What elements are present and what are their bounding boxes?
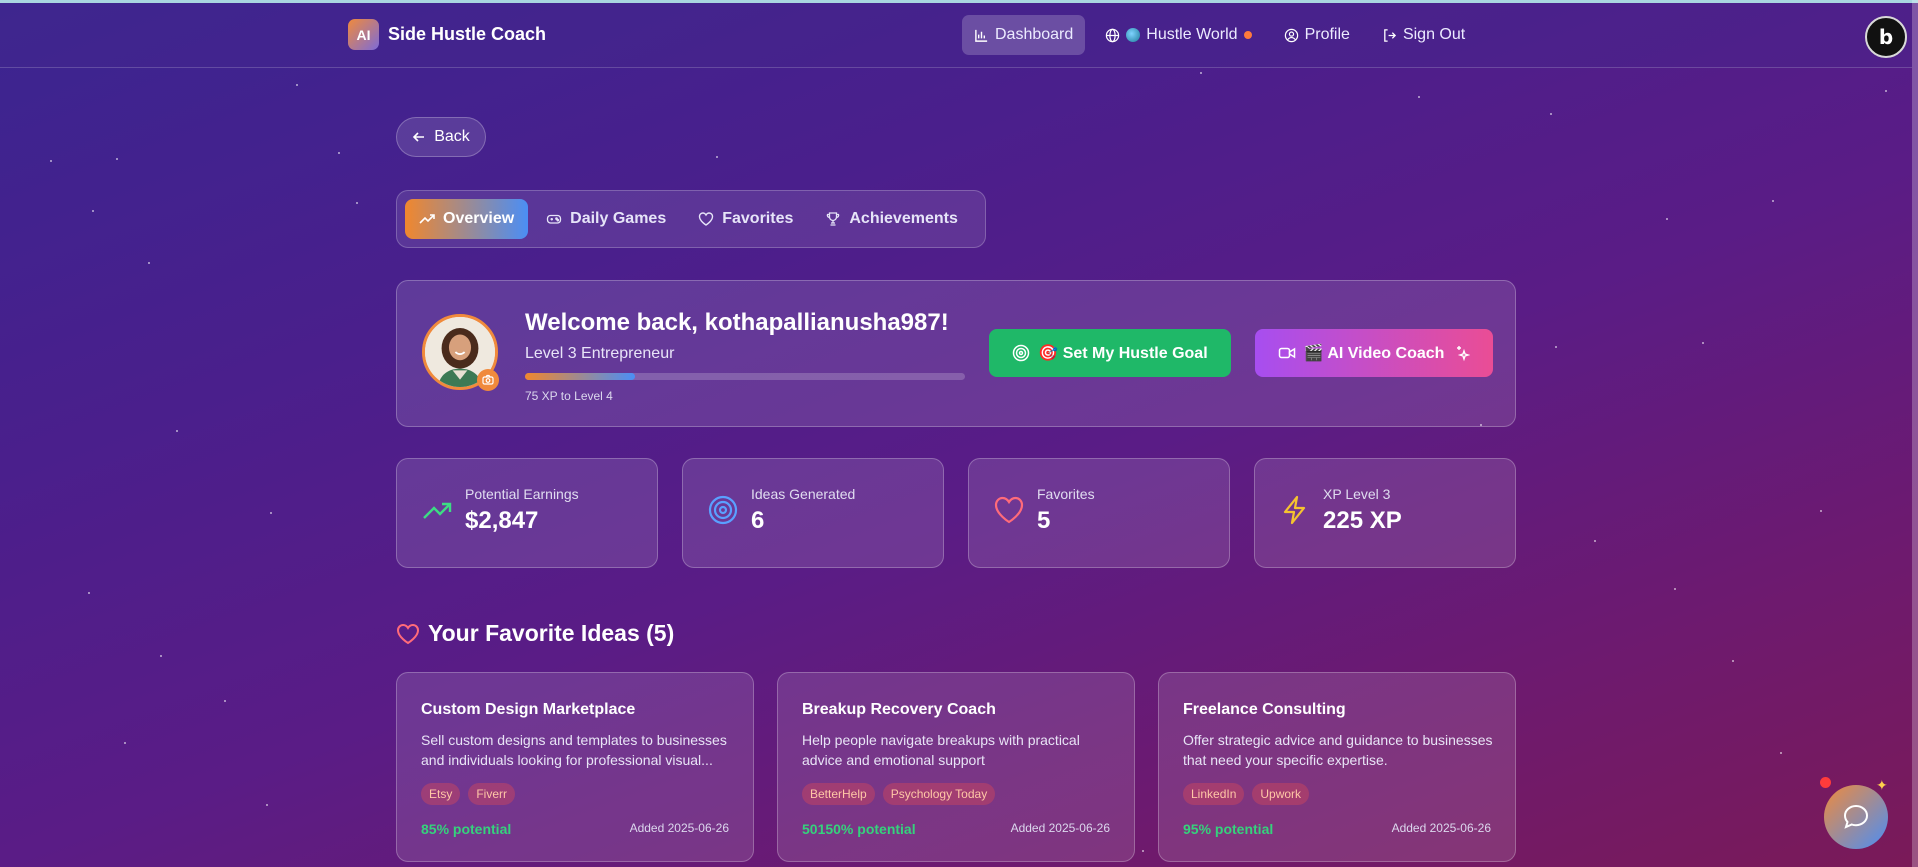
- nav-menu: Dashboard Hustle World Profile Sign Out: [962, 15, 1477, 55]
- stat-favorites: Favorites 5: [968, 458, 1230, 568]
- idea-card[interactable]: Freelance Consulting Offer strategic adv…: [1158, 672, 1516, 862]
- idea-potential: 95% potential: [1183, 821, 1274, 837]
- chat-bubble-icon: [1843, 804, 1869, 829]
- extension-badge[interactable]: b: [1865, 16, 1907, 58]
- idea-added-date: Added 2025-06-26: [629, 821, 729, 835]
- target-icon: [708, 495, 738, 525]
- brand-name: Side Hustle Coach: [388, 24, 547, 44]
- stat-label: Ideas Generated: [751, 486, 856, 502]
- target-icon: [1013, 344, 1030, 362]
- sign-out-icon: [1384, 28, 1396, 42]
- brand[interactable]: AI Side Hustle Coach: [348, 19, 546, 50]
- stat-value: 5: [1037, 507, 1051, 534]
- stat-label: Favorites: [1037, 486, 1095, 502]
- zap-icon: [1283, 495, 1306, 525]
- heart-icon: [994, 496, 1024, 524]
- nav-sign-out-label: Sign Out: [1402, 26, 1466, 43]
- user-level: Level 3 Entrepreneur: [525, 345, 675, 362]
- brand-logo: AI: [348, 19, 379, 50]
- heart-icon: [699, 212, 714, 226]
- idea-title: Custom Design Marketplace: [421, 701, 636, 718]
- idea-platform-tags: BetterHelp Psychology Today: [802, 783, 996, 805]
- nav-dashboard[interactable]: Dashboard: [962, 15, 1086, 55]
- arrow-left-icon: [413, 132, 425, 142]
- nav-hustle-world-label: Hustle World: [1146, 26, 1238, 43]
- idea-potential: 85% potential: [421, 821, 512, 837]
- trending-up-icon: [419, 214, 435, 224]
- top-navbar: AI Side Hustle Coach Dashboard Hustle Wo…: [0, 3, 1912, 68]
- idea-title: Freelance Consulting: [1183, 701, 1346, 718]
- favorite-ideas-heading: Your Favorite Ideas (5): [396, 620, 674, 647]
- xp-progress-fill: [525, 373, 635, 380]
- stat-potential-earnings: Potential Earnings $2,847: [396, 458, 658, 568]
- stat-value: $2,847: [465, 507, 539, 534]
- video-camera-icon: [1278, 347, 1295, 359]
- stat-label: XP Level 3: [1323, 486, 1391, 502]
- welcome-card: Welcome back, kothapallianusha987! Level…: [396, 280, 1516, 427]
- earth-emoji-icon: [1126, 28, 1141, 42]
- tab-achievements-label: Achievements: [849, 210, 958, 227]
- set-hustle-goal-button[interactable]: 🎯 Set My Hustle Goal: [989, 329, 1231, 377]
- welcome-title: Welcome back, kothapallianusha987!: [525, 309, 949, 336]
- globe-icon: [1106, 28, 1120, 42]
- nav-dashboard-label: Dashboard: [995, 26, 1074, 43]
- set-hustle-goal-label: 🎯 Set My Hustle Goal: [1038, 345, 1208, 362]
- stat-value: 225 XP: [1323, 507, 1402, 534]
- tab-overview-label: Overview: [443, 210, 515, 227]
- ai-video-coach-label: 🎬 AI Video Coach: [1303, 345, 1445, 362]
- heart-icon: [396, 623, 420, 644]
- platform-tag: BetterHelp: [802, 783, 875, 805]
- nav-profile-label: Profile: [1304, 26, 1350, 43]
- stat-label: Potential Earnings: [465, 486, 579, 502]
- chat-button[interactable]: [1824, 785, 1888, 849]
- tab-daily-games[interactable]: Daily Games: [532, 199, 680, 239]
- back-button-label: Back: [434, 128, 470, 145]
- nav-sign-out[interactable]: Sign Out: [1370, 15, 1477, 55]
- xp-remaining-text: 75 XP to Level 4: [525, 389, 613, 403]
- tab-daily-games-label: Daily Games: [570, 210, 667, 227]
- idea-description: Sell custom designs and templates to bus…: [421, 732, 727, 768]
- gamepad-icon: [547, 214, 562, 224]
- idea-added-date: Added 2025-06-26: [1391, 821, 1491, 835]
- chat-notification-dot: [1820, 777, 1831, 788]
- nav-hustle-world[interactable]: Hustle World: [1093, 15, 1263, 55]
- xp-progress-bar: [525, 373, 965, 380]
- sparkle-icon: ✦: [1876, 778, 1888, 794]
- tab-overview[interactable]: Overview: [405, 199, 529, 239]
- trending-up-icon: [423, 502, 452, 519]
- stat-ideas-generated: Ideas Generated 6: [682, 458, 944, 568]
- dashboard-tabs: Overview Daily Games Favorites Achieveme…: [396, 190, 986, 248]
- platform-tag: Psychology Today: [882, 783, 996, 805]
- back-button[interactable]: Back: [396, 117, 486, 157]
- tab-achievements[interactable]: Achievements: [811, 199, 972, 239]
- user-circle-icon: [1284, 28, 1298, 42]
- idea-added-date: Added 2025-06-26: [1010, 821, 1110, 835]
- idea-card[interactable]: Breakup Recovery Coach Help people navig…: [777, 672, 1135, 862]
- idea-description: Offer strategic advice and guidance to b…: [1183, 732, 1493, 768]
- trophy-icon: [827, 212, 840, 226]
- sparkles-icon: [1457, 346, 1471, 362]
- notification-dot: [1243, 31, 1252, 39]
- idea-card[interactable]: Custom Design Marketplace Sell custom de…: [396, 672, 754, 862]
- ai-video-coach-button[interactable]: 🎬 AI Video Coach: [1255, 329, 1493, 377]
- favorite-ideas-title: Your Favorite Ideas (5): [428, 620, 675, 646]
- platform-tag: Fiverr: [468, 783, 516, 805]
- stat-value: 6: [751, 507, 765, 534]
- nav-profile[interactable]: Profile: [1272, 15, 1362, 55]
- tab-favorites-label: Favorites: [722, 210, 794, 227]
- change-photo-camera-icon[interactable]: [477, 369, 499, 391]
- idea-platform-tags: Etsy Fiverr: [421, 783, 516, 805]
- bar-chart-icon: [975, 29, 988, 42]
- platform-tag: Etsy: [421, 783, 461, 805]
- tab-favorites[interactable]: Favorites: [684, 199, 807, 239]
- platform-tag: LinkedIn: [1183, 783, 1245, 805]
- platform-tag: Upwork: [1252, 783, 1310, 805]
- stat-xp-level: XP Level 3 225 XP: [1254, 458, 1516, 568]
- idea-title: Breakup Recovery Coach: [802, 701, 996, 718]
- idea-description: Help people navigate breakups with pract…: [802, 732, 1080, 768]
- idea-platform-tags: LinkedIn Upwork: [1183, 783, 1310, 805]
- idea-potential: 50150% potential: [802, 821, 916, 837]
- page-scrollbar[interactable]: [1912, 0, 1918, 867]
